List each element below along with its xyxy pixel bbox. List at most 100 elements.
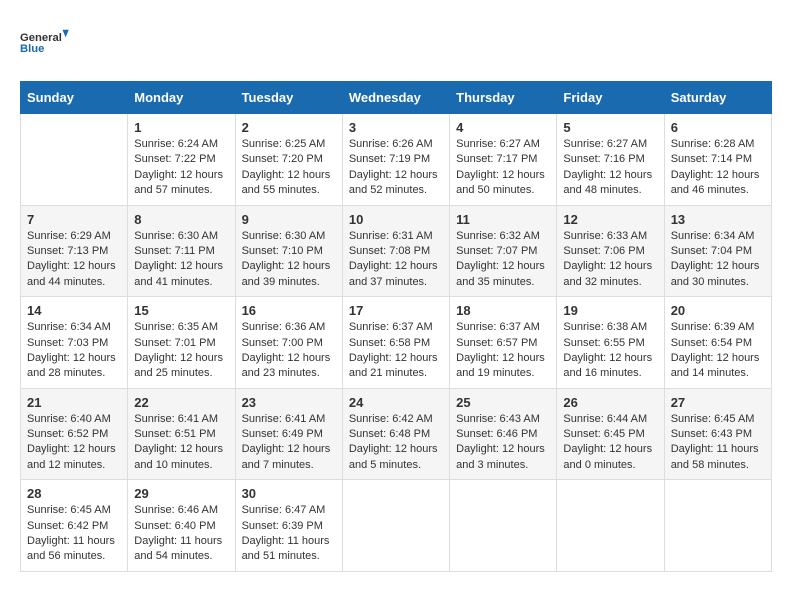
- week-row-2: 7 Sunrise: 6:29 AM Sunset: 7:13 PM Daylig…: [21, 205, 772, 297]
- cell-content: Sunrise: 6:41 AM Sunset: 6:51 PM Dayligh…: [134, 412, 228, 474]
- calendar-cell: 13 Sunrise: 6:34 AM Sunset: 7:04 PM Dayli…: [664, 205, 771, 297]
- calendar-cell: 12 Sunrise: 6:33 AM Sunset: 7:06 PM Dayli…: [557, 205, 664, 297]
- svg-text:Blue: Blue: [20, 43, 44, 55]
- cell-content: Sunrise: 6:46 AM Sunset: 6:40 PM Dayligh…: [134, 503, 228, 565]
- calendar-cell: 5Sunrise: 6:27 AM Sunset: 7:16 PM Daylig…: [557, 114, 664, 206]
- day-number: 7: [27, 212, 121, 227]
- calendar-cell: [664, 480, 771, 572]
- cell-content: Sunrise: 6:34 AM Sunset: 7:03 PM Dayligh…: [27, 320, 121, 382]
- day-number: 26: [563, 395, 657, 410]
- day-header-tuesday: Tuesday: [235, 82, 342, 114]
- week-row-5: 28 Sunrise: 6:45 AM Sunset: 6:42 PM Dayli…: [21, 480, 772, 572]
- day-number: 24: [349, 395, 443, 410]
- cell-content: Sunrise: 6:41 AM Sunset: 6:49 PM Dayligh…: [242, 412, 336, 474]
- logo: General Blue: [20, 20, 70, 65]
- calendar-cell: 8 Sunrise: 6:30 AM Sunset: 7:11 PM Daylig…: [128, 205, 235, 297]
- cell-content: Sunrise: 6:25 AM Sunset: 7:20 PM Dayligh…: [242, 137, 336, 199]
- cell-content: Sunrise: 6:42 AM Sunset: 6:48 PM Dayligh…: [349, 412, 443, 474]
- week-row-3: 14 Sunrise: 6:34 AM Sunset: 7:03 PM Dayli…: [21, 297, 772, 389]
- cell-content: Sunrise: 6:47 AM Sunset: 6:39 PM Dayligh…: [242, 503, 336, 565]
- cell-content: Sunrise: 6:30 AM Sunset: 7:10 PM Dayligh…: [242, 229, 336, 291]
- calendar-cell: 22 Sunrise: 6:41 AM Sunset: 6:51 PM Dayli…: [128, 388, 235, 480]
- days-header-row: SundayMondayTuesdayWednesdayThursdayFrid…: [21, 82, 772, 114]
- day-number: 15: [134, 303, 228, 318]
- calendar-table: SundayMondayTuesdayWednesdayThursdayFrid…: [20, 81, 772, 572]
- day-header-saturday: Saturday: [664, 82, 771, 114]
- cell-content: Sunrise: 6:37 AM Sunset: 6:57 PM Dayligh…: [456, 320, 550, 382]
- cell-content: Sunrise: 6:39 AM Sunset: 6:54 PM Dayligh…: [671, 320, 765, 382]
- day-number: 18: [456, 303, 550, 318]
- cell-content: Sunrise: 6:29 AM Sunset: 7:13 PM Dayligh…: [27, 229, 121, 291]
- calendar-cell: 16 Sunrise: 6:36 AM Sunset: 7:00 PM Dayli…: [235, 297, 342, 389]
- day-number: 22: [134, 395, 228, 410]
- calendar-cell: 18 Sunrise: 6:37 AM Sunset: 6:57 PM Dayli…: [450, 297, 557, 389]
- day-header-wednesday: Wednesday: [342, 82, 449, 114]
- calendar-cell: 28 Sunrise: 6:45 AM Sunset: 6:42 PM Dayli…: [21, 480, 128, 572]
- cell-content: Sunrise: 6:24 AM Sunset: 7:22 PM Dayligh…: [134, 137, 228, 199]
- cell-content: Sunrise: 6:28 AM Sunset: 7:14 PM Dayligh…: [671, 137, 765, 199]
- day-number: 6: [671, 120, 765, 135]
- calendar-cell: 9 Sunrise: 6:30 AM Sunset: 7:10 PM Daylig…: [235, 205, 342, 297]
- calendar-cell: 27 Sunrise: 6:45 AM Sunset: 6:43 PM Dayli…: [664, 388, 771, 480]
- day-number: 19: [563, 303, 657, 318]
- calendar-cell: [557, 480, 664, 572]
- calendar-cell: 17 Sunrise: 6:37 AM Sunset: 6:58 PM Dayli…: [342, 297, 449, 389]
- calendar-cell: 3Sunrise: 6:26 AM Sunset: 7:19 PM Daylig…: [342, 114, 449, 206]
- calendar-cell: 30 Sunrise: 6:47 AM Sunset: 6:39 PM Dayli…: [235, 480, 342, 572]
- cell-content: Sunrise: 6:40 AM Sunset: 6:52 PM Dayligh…: [27, 412, 121, 474]
- calendar-cell: 15Sunrise: 6:35 AM Sunset: 7:01 PM Dayli…: [128, 297, 235, 389]
- cell-content: Sunrise: 6:30 AM Sunset: 7:11 PM Dayligh…: [134, 229, 228, 291]
- day-number: 16: [242, 303, 336, 318]
- cell-content: Sunrise: 6:33 AM Sunset: 7:06 PM Dayligh…: [563, 229, 657, 291]
- calendar-cell: 2Sunrise: 6:25 AM Sunset: 7:20 PM Daylig…: [235, 114, 342, 206]
- svg-text:General: General: [20, 32, 62, 44]
- day-number: 9: [242, 212, 336, 227]
- day-header-monday: Monday: [128, 82, 235, 114]
- calendar-cell: 25 Sunrise: 6:43 AM Sunset: 6:46 PM Dayli…: [450, 388, 557, 480]
- cell-content: Sunrise: 6:36 AM Sunset: 7:00 PM Dayligh…: [242, 320, 336, 382]
- day-number: 3: [349, 120, 443, 135]
- logo-svg: General Blue: [20, 20, 70, 65]
- calendar-cell: 14 Sunrise: 6:34 AM Sunset: 7:03 PM Dayli…: [21, 297, 128, 389]
- day-number: 29: [134, 486, 228, 501]
- cell-content: Sunrise: 6:43 AM Sunset: 6:46 PM Dayligh…: [456, 412, 550, 474]
- day-header-friday: Friday: [557, 82, 664, 114]
- calendar-cell: 24 Sunrise: 6:42 AM Sunset: 6:48 PM Dayli…: [342, 388, 449, 480]
- week-row-4: 21 Sunrise: 6:40 AM Sunset: 6:52 PM Dayli…: [21, 388, 772, 480]
- day-header-thursday: Thursday: [450, 82, 557, 114]
- calendar-cell: 1 Sunrise: 6:24 AM Sunset: 7:22 PM Daylig…: [128, 114, 235, 206]
- cell-content: Sunrise: 6:44 AM Sunset: 6:45 PM Dayligh…: [563, 412, 657, 474]
- header: General Blue: [20, 20, 772, 65]
- cell-content: Sunrise: 6:37 AM Sunset: 6:58 PM Dayligh…: [349, 320, 443, 382]
- day-number: 1: [134, 120, 228, 135]
- calendar-cell: 21 Sunrise: 6:40 AM Sunset: 6:52 PM Dayli…: [21, 388, 128, 480]
- calendar-cell: 4Sunrise: 6:27 AM Sunset: 7:17 PM Daylig…: [450, 114, 557, 206]
- day-number: 11: [456, 212, 550, 227]
- day-number: 23: [242, 395, 336, 410]
- calendar-cell: 6 Sunrise: 6:28 AM Sunset: 7:14 PM Daylig…: [664, 114, 771, 206]
- calendar-cell: 23 Sunrise: 6:41 AM Sunset: 6:49 PM Dayli…: [235, 388, 342, 480]
- day-number: 30: [242, 486, 336, 501]
- day-number: 25: [456, 395, 550, 410]
- day-number: 5: [563, 120, 657, 135]
- week-row-1: 1 Sunrise: 6:24 AM Sunset: 7:22 PM Daylig…: [21, 114, 772, 206]
- calendar-cell: 19 Sunrise: 6:38 AM Sunset: 6:55 PM Dayli…: [557, 297, 664, 389]
- cell-content: Sunrise: 6:45 AM Sunset: 6:43 PM Dayligh…: [671, 412, 765, 474]
- calendar-cell: [450, 480, 557, 572]
- day-header-sunday: Sunday: [21, 82, 128, 114]
- calendar-cell: [21, 114, 128, 206]
- calendar-cell: [342, 480, 449, 572]
- cell-content: Sunrise: 6:38 AM Sunset: 6:55 PM Dayligh…: [563, 320, 657, 382]
- day-number: 12: [563, 212, 657, 227]
- day-number: 28: [27, 486, 121, 501]
- day-number: 8: [134, 212, 228, 227]
- cell-content: Sunrise: 6:34 AM Sunset: 7:04 PM Dayligh…: [671, 229, 765, 291]
- cell-content: Sunrise: 6:31 AM Sunset: 7:08 PM Dayligh…: [349, 229, 443, 291]
- day-number: 14: [27, 303, 121, 318]
- day-number: 13: [671, 212, 765, 227]
- day-number: 17: [349, 303, 443, 318]
- day-number: 21: [27, 395, 121, 410]
- day-number: 27: [671, 395, 765, 410]
- cell-content: Sunrise: 6:45 AM Sunset: 6:42 PM Dayligh…: [27, 503, 121, 565]
- day-number: 10: [349, 212, 443, 227]
